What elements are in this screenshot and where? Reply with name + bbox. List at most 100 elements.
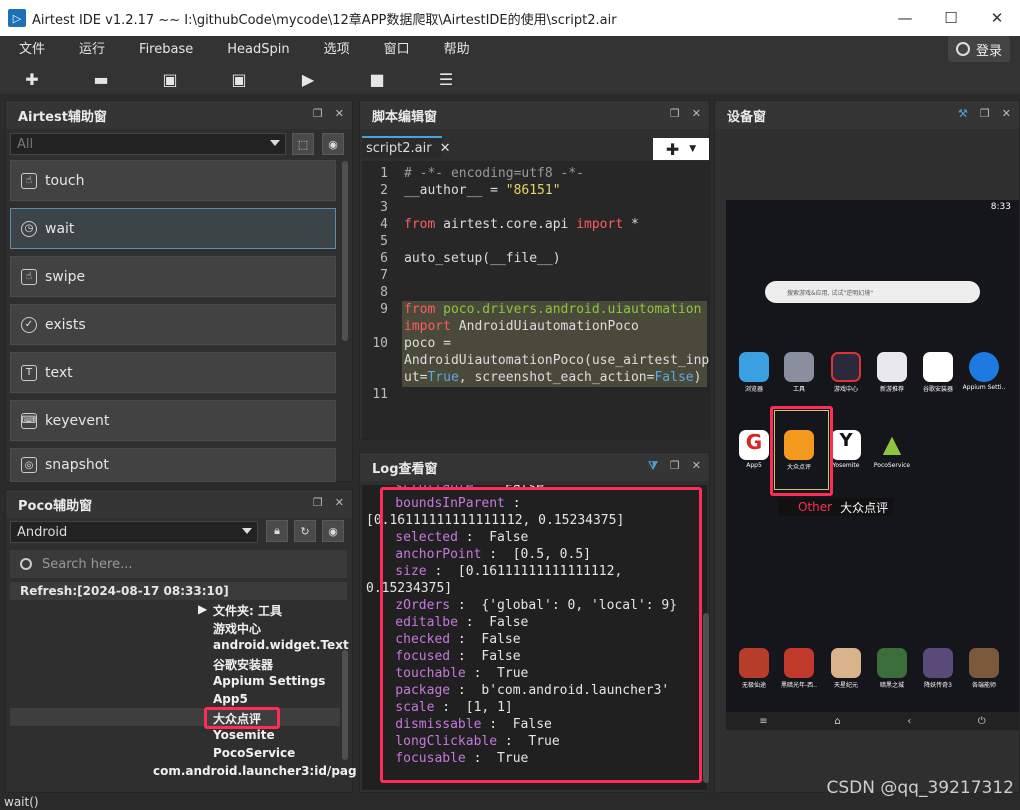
record-button[interactable]: ◉ bbox=[322, 133, 344, 155]
tree-node[interactable]: App5 bbox=[213, 692, 248, 706]
close-icon[interactable]: ✕ bbox=[1002, 107, 1011, 120]
tab-script2[interactable]: script2.air ✕ bbox=[362, 136, 450, 158]
poco-aux-panel: Poco辅助窗 ❐ ✕ Android 🔒︎ ↻ ◉ Search here...… bbox=[5, 489, 357, 793]
platform-value: Android bbox=[17, 524, 68, 540]
back-nav-icon[interactable]: ‹ bbox=[907, 716, 911, 727]
close-icon[interactable]: ✕ bbox=[692, 459, 701, 473]
game-icon[interactable] bbox=[877, 648, 907, 678]
code-token: from bbox=[404, 217, 436, 232]
tree-node[interactable]: Appium Settings bbox=[213, 674, 325, 688]
launcher-search-bar[interactable]: 搜索游戏&应用, 试试"逆明幻境" bbox=[765, 281, 980, 303]
game-icon[interactable] bbox=[739, 648, 769, 678]
app5-icon[interactable]: G bbox=[739, 430, 769, 460]
browser-app-icon[interactable] bbox=[739, 352, 769, 382]
float-icon[interactable]: ❐ bbox=[670, 107, 680, 120]
aux-scrollbar[interactable] bbox=[342, 161, 348, 341]
game-icon[interactable] bbox=[831, 648, 861, 678]
menu-options[interactable]: 选项 bbox=[307, 36, 367, 64]
window-title: Airtest IDE v1.2.17 ~~ I:\githubCode\myc… bbox=[32, 12, 617, 28]
tab-close-icon[interactable]: ✕ bbox=[440, 141, 451, 156]
tree-node[interactable]: 谷歌安装器 bbox=[213, 656, 273, 673]
float-icon[interactable]: ❐ bbox=[670, 459, 680, 473]
camera-icon: ◎ bbox=[21, 457, 37, 473]
android-robot-icon[interactable]: ▲ bbox=[877, 430, 907, 460]
menu-nav-icon[interactable]: ≡ bbox=[759, 716, 767, 727]
new-games-icon[interactable] bbox=[877, 352, 907, 382]
login-button[interactable]: 登录 bbox=[947, 36, 1010, 62]
stop-icon[interactable]: ■ bbox=[359, 66, 395, 92]
close-icon[interactable]: ✕ bbox=[692, 107, 701, 120]
panel-title: Log查看窗 bbox=[372, 461, 438, 477]
panel-header: 脚本编辑窗 ❐ ✕ bbox=[360, 101, 709, 129]
menu-window[interactable]: 窗口 bbox=[367, 36, 427, 64]
lock-icon[interactable]: 🔒︎ bbox=[266, 520, 288, 542]
app-label: 浏览器 bbox=[744, 386, 763, 393]
api-text-button[interactable]: Ttext bbox=[10, 352, 336, 393]
tree-node[interactable]: 文件夹: 工具 bbox=[213, 602, 282, 619]
play-icon[interactable]: ▶ bbox=[290, 66, 326, 92]
menu-firebase[interactable]: Firebase bbox=[122, 36, 210, 64]
tree-node[interactable]: com.android.launcher3:id/pag bbox=[153, 764, 357, 778]
device-panel: 设备窗 ⚒ ❐ ✕ 8:33 搜索游戏&应用, 试试"逆明幻境" 浏览器 工具 游戏… bbox=[714, 100, 1020, 793]
api-exists-button[interactable]: ✓ exists bbox=[10, 304, 336, 345]
menu-help[interactable]: 帮助 bbox=[427, 36, 487, 64]
yosemite-icon[interactable]: Y bbox=[831, 430, 861, 460]
tree-node[interactable]: android.widget.Text bbox=[213, 638, 349, 652]
device-screen[interactable]: 8:33 搜索游戏&应用, 试试"逆明幻境" 浏览器 工具 游戏中心 新游推荐 … bbox=[726, 200, 1019, 730]
game-icon[interactable] bbox=[923, 648, 953, 678]
minimize-button[interactable]: — bbox=[882, 0, 928, 36]
new-tab-button[interactable]: ✚ ▼ bbox=[653, 138, 709, 160]
menu-headspin[interactable]: HeadSpin bbox=[210, 36, 306, 64]
api-swipe-button[interactable]: ☝ swipe bbox=[10, 256, 336, 297]
api-label: wait bbox=[45, 220, 75, 237]
maximize-button[interactable]: ☐ bbox=[928, 0, 974, 36]
appium-settings-icon[interactable] bbox=[969, 352, 999, 382]
tree-node[interactable]: 游戏中心 bbox=[213, 620, 261, 637]
screen-capture-button[interactable]: ⬚ bbox=[292, 133, 314, 155]
api-snapshot-button[interactable]: ◎ snapshot bbox=[10, 448, 336, 482]
plus-icon[interactable]: ✚ bbox=[14, 66, 50, 92]
poco-search-input[interactable]: Search here... bbox=[10, 550, 347, 578]
power-nav-icon[interactable]: ⏻ bbox=[978, 716, 986, 727]
save-as-icon[interactable]: ▣ bbox=[221, 66, 257, 92]
platform-select[interactable]: Android bbox=[10, 521, 258, 543]
api-filter-select[interactable]: All bbox=[10, 133, 286, 155]
float-icon[interactable]: ❐ bbox=[980, 107, 990, 120]
log-icon[interactable]: ☰ bbox=[428, 66, 464, 92]
code-line: import AndroidUiautomationPoco bbox=[404, 319, 639, 334]
float-icon[interactable]: ❐ bbox=[313, 496, 323, 509]
api-keyevent-button[interactable]: ⌨ keyevent bbox=[10, 400, 336, 441]
game-center-icon[interactable] bbox=[831, 352, 861, 382]
folder-open-icon[interactable]: ▬ bbox=[83, 66, 119, 92]
tools-icon[interactable]: ⚒ bbox=[958, 107, 968, 120]
game-icon[interactable] bbox=[784, 648, 814, 678]
close-icon[interactable]: ✕ bbox=[335, 107, 344, 120]
close-icon[interactable]: ✕ bbox=[335, 496, 344, 509]
game-icon[interactable] bbox=[969, 648, 999, 678]
float-icon[interactable]: ❐ bbox=[313, 107, 323, 120]
code-token: True bbox=[427, 370, 459, 385]
api-touch-button[interactable]: ☝ touch bbox=[10, 160, 336, 201]
close-button[interactable]: ✕ bbox=[974, 0, 1020, 36]
filter-icon[interactable]: ⧩ bbox=[648, 459, 658, 473]
code-line: from airtest.core.api import * bbox=[404, 217, 639, 232]
api-wait-button[interactable]: ◷ wait bbox=[10, 208, 336, 249]
line-number: 2 bbox=[380, 183, 388, 198]
record-poco-icon[interactable]: ◉ bbox=[322, 520, 344, 542]
menu-file[interactable]: 文件 bbox=[0, 36, 62, 64]
app-label: 暗黑之城 bbox=[879, 682, 904, 689]
save-icon[interactable]: ▣ bbox=[152, 66, 188, 92]
menu-run[interactable]: 运行 bbox=[62, 36, 122, 64]
tools-folder-icon[interactable] bbox=[784, 352, 814, 382]
tree-node[interactable]: PocoService bbox=[213, 746, 295, 760]
google-installer-icon[interactable] bbox=[923, 352, 953, 382]
app-label: Appium Setti.. bbox=[962, 384, 1006, 391]
code-editor[interactable]: 1 2 3 4 5 6 7 8 9 10 11 # -*- encoding=u… bbox=[362, 161, 709, 439]
log-scrollbar[interactable] bbox=[703, 613, 709, 783]
home-nav-icon[interactable]: ⌂ bbox=[834, 716, 840, 727]
tree-expand-icon[interactable]: ▶ bbox=[198, 602, 207, 616]
poco-scrollbar[interactable] bbox=[342, 650, 348, 760]
tree-node[interactable]: Yosemite bbox=[213, 728, 275, 742]
refresh-icon[interactable]: ↻ bbox=[294, 520, 316, 542]
app-label: 游戏中心 bbox=[833, 386, 858, 393]
